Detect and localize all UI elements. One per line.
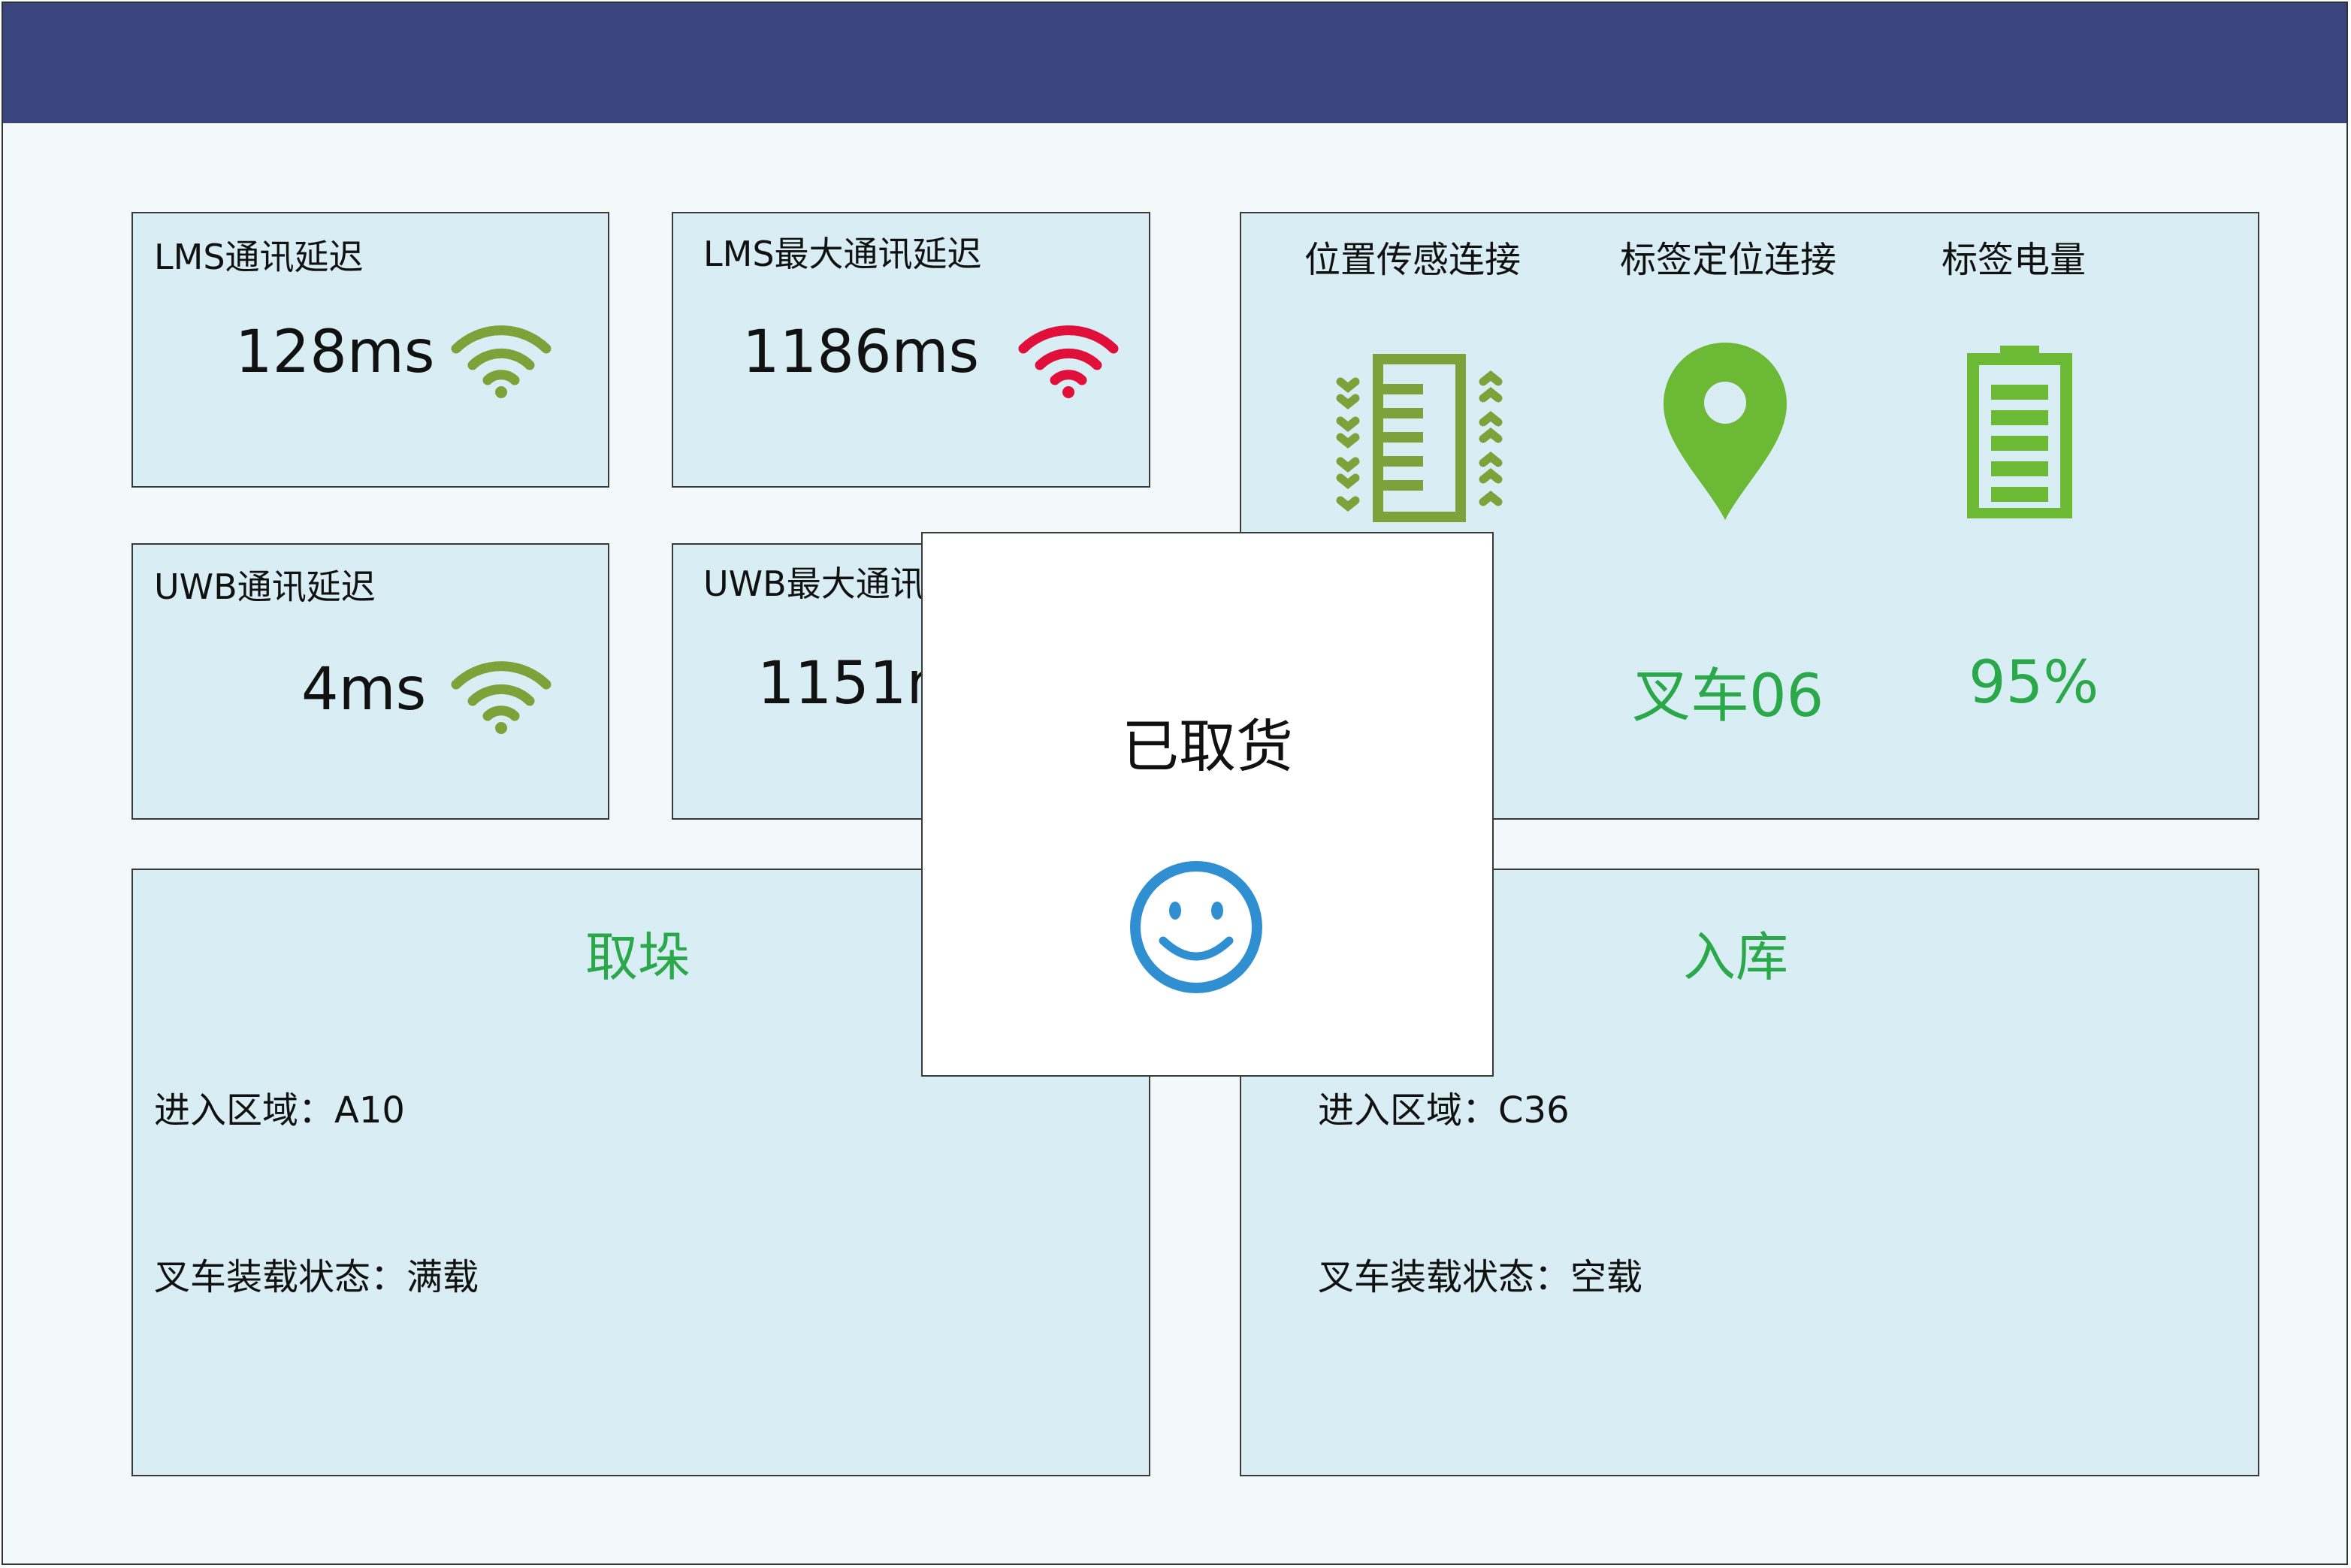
position-sensor-label: 位置传感连接 — [1304, 239, 1522, 281]
uwb-latency-card: UWB通讯延迟 4ms — [131, 543, 609, 820]
pickup-load-label: 叉车装载状态： — [154, 1256, 407, 1298]
pickup-zone: 进入区域：A10 — [154, 1080, 405, 1133]
lms-latency-value: 128ms — [235, 319, 435, 386]
wifi-good-icon — [451, 325, 551, 398]
popup-message: 已取货 — [1122, 713, 1293, 780]
pickup-load-status: 叉车装载状态：满载 — [154, 1247, 479, 1300]
tag-location-value: 叉车06 — [1632, 663, 1824, 730]
pickup-load-value: 满载 — [406, 1256, 479, 1298]
tag-battery-label: 标签电量 — [1942, 239, 2087, 281]
storage-load-value: 空载 — [1570, 1256, 1643, 1298]
header-bar — [3, 3, 2346, 123]
pickup-title: 取垛 — [585, 926, 690, 988]
storage-zone-label: 进入区域： — [1318, 1089, 1499, 1131]
battery-icon — [1967, 346, 2072, 518]
storage-load-status: 叉车装载状态：空载 — [1318, 1247, 1642, 1300]
pickup-zone-value: A10 — [334, 1089, 405, 1131]
uwb-latency-label: UWB通讯延迟 — [154, 566, 376, 607]
storage-title: 入库 — [1683, 926, 1788, 988]
lms-max-latency-label: LMS最大通讯延迟 — [703, 234, 982, 274]
sensor-icon — [1336, 354, 1503, 522]
storage-zone: 进入区域：C36 — [1318, 1080, 1570, 1133]
lms-latency-card: LMS通讯延迟 128ms — [131, 212, 609, 488]
tag-location-label: 标签定位连接 — [1620, 239, 1837, 281]
lms-latency-label: LMS通讯延迟 — [154, 237, 364, 277]
storage-load-label: 叉车装载状态： — [1318, 1256, 1571, 1298]
tag-battery-value: 95% — [1969, 649, 2099, 717]
lms-max-latency-value: 1186ms — [742, 319, 980, 386]
pickup-notification-popup[interactable]: 已取货 — [921, 532, 1494, 1077]
pickup-zone-label: 进入区域： — [154, 1089, 335, 1131]
smiley-icon — [1130, 861, 1262, 993]
uwb-latency-value: 4ms — [301, 656, 427, 724]
wifi-good-icon — [451, 661, 551, 734]
storage-zone-value: C36 — [1498, 1089, 1570, 1131]
location-pin-icon — [1664, 343, 1787, 520]
wifi-bad-icon — [1018, 325, 1119, 398]
lms-max-latency-card: LMS最大通讯延迟 1186ms — [672, 212, 1150, 488]
